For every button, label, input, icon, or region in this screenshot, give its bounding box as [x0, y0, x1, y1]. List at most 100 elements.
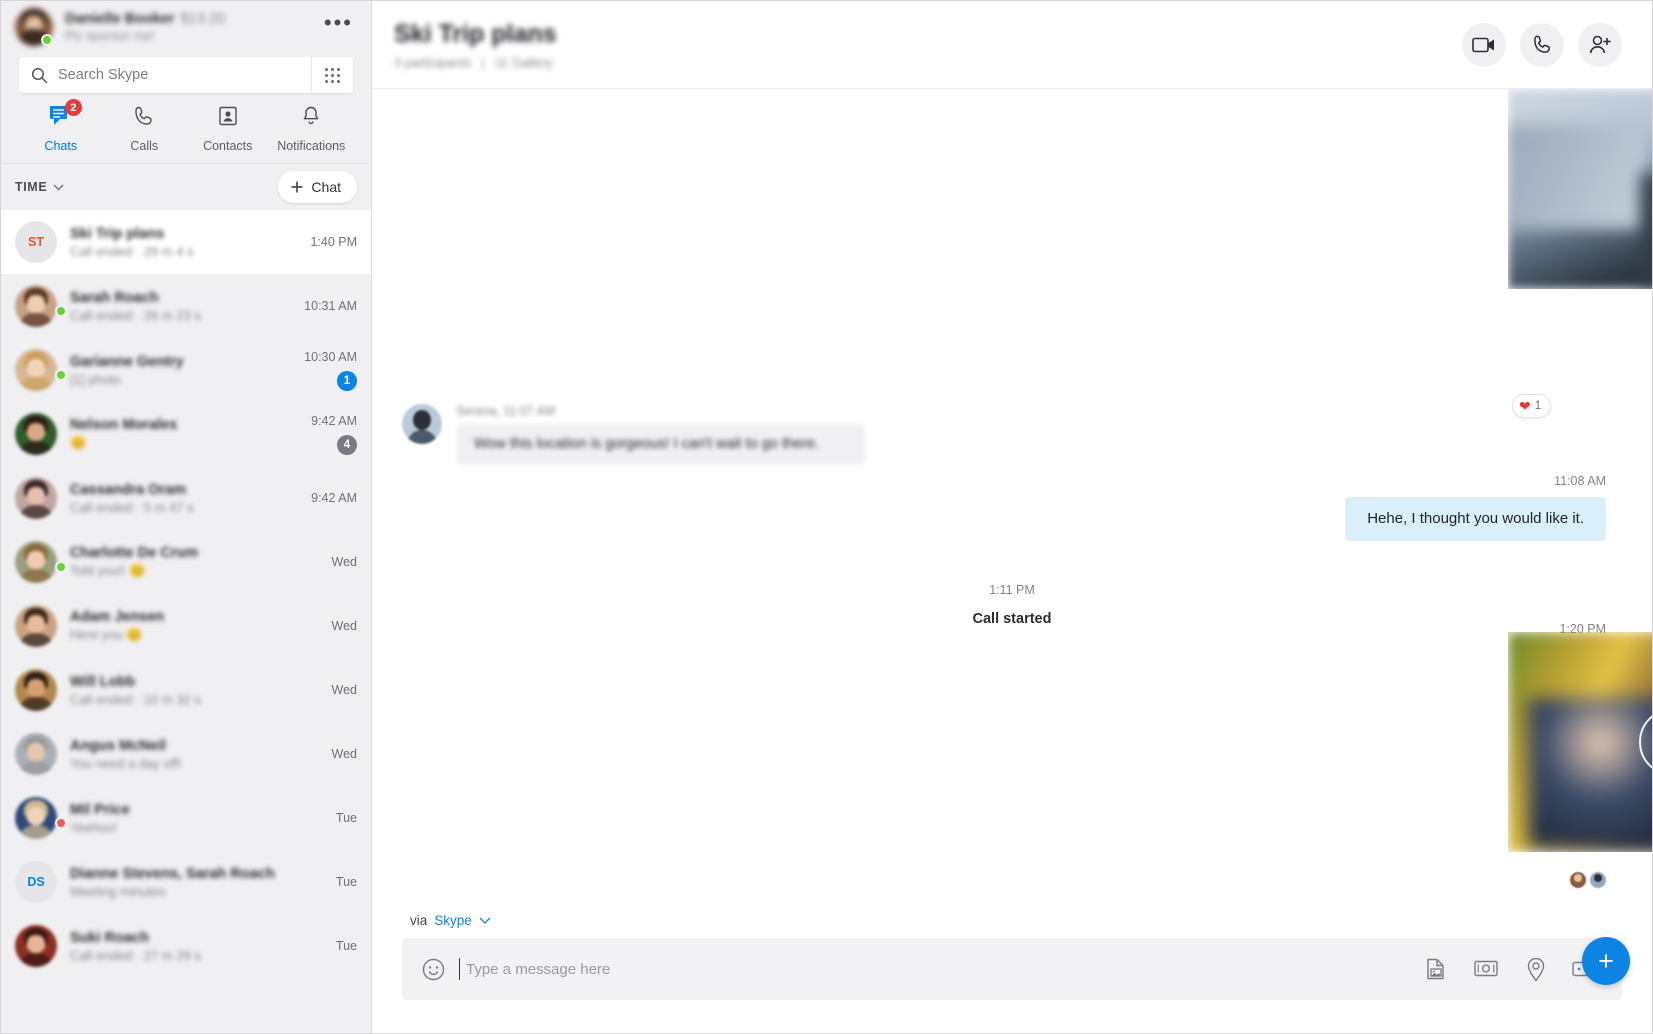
heart-reaction-icon: ❤	[1519, 397, 1531, 414]
list-item-meta: 10:30 AM 1	[304, 350, 357, 391]
list-item[interactable]: Adam Jensen Here you 😊 Wed	[1, 594, 371, 658]
list-item[interactable]: DS Dianne Stevens, Sarah Roach Meeting min…	[1, 850, 371, 914]
list-item[interactable]: Sarah Roach Call ended · 26 m 23 s 10:31 A…	[1, 274, 371, 338]
list-item-time: 1:40 PM	[310, 235, 357, 249]
list-item-preview: Yeehoo!	[70, 819, 118, 835]
list-item[interactable]: Mil Price Yeehoo! Tue	[1, 786, 371, 850]
list-item-name: Mil Price	[70, 801, 130, 818]
avatar	[15, 797, 57, 839]
avatar: ST	[15, 221, 57, 263]
dialpad-icon[interactable]	[311, 57, 353, 93]
subtitle-separator: |	[481, 54, 485, 70]
new-chat-button[interactable]: Chat	[278, 171, 357, 203]
sidebar: Danielle Booker $13.20 Plz sponsor me! ••…	[1, 1, 372, 1033]
avatar	[15, 669, 57, 711]
list-item[interactable]: Charlotte De Crum Told you!! 😊 Wed	[1, 530, 371, 594]
profile-text: Danielle Booker $13.20 Plz sponsor me!	[65, 11, 312, 43]
list-item-meta: Wed	[332, 619, 357, 633]
reaction-badge[interactable]: ❤ 1	[1512, 394, 1552, 418]
list-item-body: Nelson Morales 😊	[70, 417, 298, 451]
list-item[interactable]: Nelson Morales 😊 9:42 AM 4	[1, 402, 371, 466]
list-item[interactable]: Cassandra Oram Call ended · 5 m 47 s 9:42 …	[1, 466, 371, 530]
tab-notifications[interactable]: Notifications	[270, 105, 354, 153]
list-item-meta: 9:42 AM 4	[311, 414, 357, 455]
list-item-body: Will Lobb Call ended · 10 m 32 s	[70, 674, 319, 707]
avatar	[15, 285, 57, 327]
call-started-label: Call started	[972, 611, 1052, 627]
money-send-icon[interactable]	[1474, 959, 1500, 979]
emoji-icon[interactable]	[422, 958, 445, 981]
list-item-time: 9:42 AM	[311, 491, 357, 505]
video-call-button[interactable]	[1462, 22, 1506, 67]
list-item[interactable]: Angus McNeil You need a day off! Wed	[1, 722, 371, 786]
new-action-fab[interactable]: +	[1582, 937, 1630, 985]
list-item-body: Angus McNeil You need a day off!	[70, 738, 319, 771]
outgoing-message-text[interactable]: Hehe, I thought you would like it.	[1345, 497, 1606, 541]
phone-icon	[133, 105, 155, 132]
location-pin-icon[interactable]	[1526, 957, 1546, 982]
profile-more-button[interactable]: •••	[324, 12, 353, 42]
list-item-preview: Call ended · 5 m 47 s	[70, 499, 194, 515]
list-item-name: Charlotte De Crum	[70, 545, 199, 561]
list-item-preview: Call ended · 10 m 32 s	[70, 691, 201, 707]
tab-chats[interactable]: 2 Chats	[19, 99, 103, 153]
profile-row[interactable]: Danielle Booker $13.20 Plz sponsor me! ••…	[1, 1, 371, 53]
participants-count: 4 participants	[394, 54, 472, 70]
unread-badge: 4	[337, 434, 357, 455]
avatar: DS	[15, 861, 57, 903]
chat-header-subtitle: 4 participants | 11 Gallery	[394, 55, 1462, 70]
list-item-meta: Wed	[332, 555, 357, 569]
list-item-preview: Meeting minutes	[70, 883, 166, 899]
list-item-preview: Call ended · 26 m 23 s	[70, 307, 201, 323]
message-input[interactable]	[459, 958, 1410, 980]
plus-icon	[291, 181, 303, 193]
list-item-time: 10:30 AM	[304, 349, 357, 364]
incoming-author-time: Serena, 11:07 AM	[456, 404, 556, 418]
tab-contacts[interactable]: Contacts	[186, 105, 270, 153]
ski-photo-image	[1508, 89, 1652, 289]
add-people-button[interactable]	[1578, 22, 1622, 67]
via-selector[interactable]: via Skype	[402, 907, 1622, 938]
audio-call-button[interactable]	[1520, 22, 1564, 67]
phone-icon	[1533, 35, 1550, 53]
list-item-body: Adam Jensen Here you 😊	[70, 609, 319, 643]
presence-dot	[41, 34, 53, 46]
list-item-preview: Call ended · 29 m 4 s	[70, 243, 194, 259]
tab-calls[interactable]: Calls	[103, 105, 187, 153]
search-bar[interactable]	[19, 57, 353, 93]
list-item-name: Adam Jensen	[70, 609, 165, 625]
avatar	[15, 925, 57, 967]
list-item-body: Suki Roach Call ended · 27 m 29 s	[70, 930, 323, 963]
avatar[interactable]	[402, 404, 442, 444]
page-title: Ski Trip plans	[394, 19, 557, 48]
sort-selector[interactable]: TIME	[15, 180, 64, 194]
video-message[interactable]	[1508, 632, 1652, 852]
message-list[interactable]: ❤ 1 Serena, 11:07 AM Wow this location i…	[372, 89, 1652, 907]
via-service[interactable]: Skype	[434, 913, 472, 928]
list-item-name: Ski Trip plans	[70, 225, 165, 242]
incoming-message[interactable]: Serena, 11:07 AM Wow this location is go…	[402, 404, 866, 465]
list-item-meta: Tue	[336, 939, 357, 953]
presence-dot	[55, 305, 67, 317]
avatar	[1570, 872, 1586, 888]
message-composer[interactable]	[402, 938, 1622, 1000]
photo-message[interactable]	[1508, 89, 1652, 289]
gallery-image-icon[interactable]	[1424, 957, 1448, 981]
chat-list[interactable]: ST Ski Trip plans Call ended · 29 m 4 s 1:4…	[1, 210, 371, 1033]
list-item[interactable]: Garianne Gentry [1] photo 10:30 AM 1	[1, 338, 371, 402]
list-item-time: 9:42 AM	[311, 413, 357, 428]
list-item-time: Wed	[331, 619, 357, 633]
list-item[interactable]: Will Lobb Call ended · 10 m 32 s Wed	[1, 658, 371, 722]
avatar	[1590, 872, 1606, 888]
chats-unread-badge: 2	[64, 99, 82, 116]
list-item-name: Sarah Roach	[70, 289, 159, 306]
conversation-pane: Ski Trip plans 4 participants | 11 Galle…	[372, 1, 1652, 1033]
list-item-preview: You need a day off!	[70, 755, 182, 771]
list-item[interactable]: Suki Roach Call ended · 27 m 29 s Tue	[1, 914, 371, 978]
gallery-link[interactable]: 11 Gallery	[495, 55, 553, 70]
search-input[interactable]	[58, 67, 311, 83]
list-item-meta: 10:31 AM	[304, 299, 357, 313]
list-item[interactable]: ST Ski Trip plans Call ended · 29 m 4 s 1:4…	[1, 210, 371, 274]
composer-zone: via Skype Type a message here +	[372, 907, 1652, 1033]
list-item-body: Sarah Roach Call ended · 26 m 23 s	[70, 290, 291, 323]
